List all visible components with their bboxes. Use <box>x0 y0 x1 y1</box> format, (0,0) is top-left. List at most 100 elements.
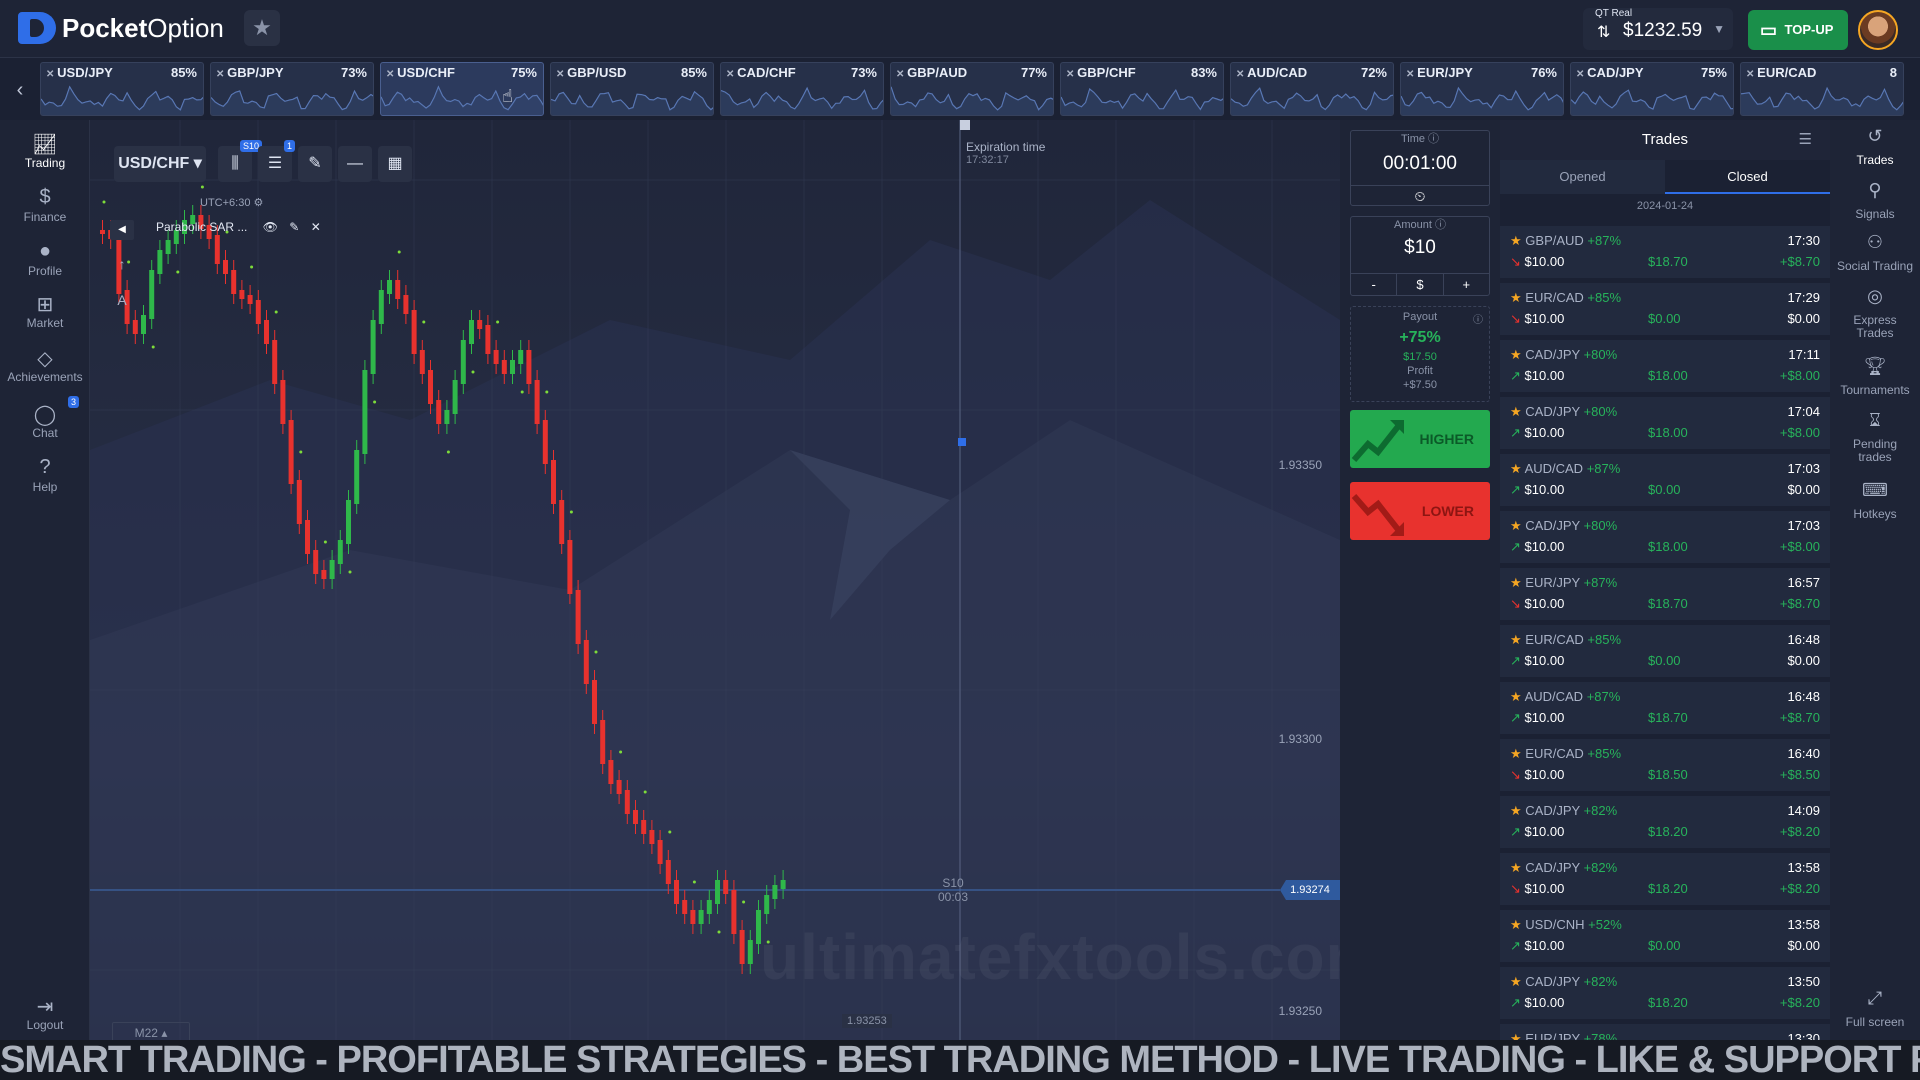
trade-row[interactable]: ★ CAD/JPY +80% ↗ $10.00 $18.00 17:11 +$8.00 <box>1500 340 1830 394</box>
timezone-label[interactable]: UTC+6:30 ⚙ <box>200 196 263 209</box>
arrow-up-icon: ↗ <box>1510 938 1521 953</box>
timezone-text: UTC+6:30 <box>200 197 251 209</box>
nav-profile[interactable]: ● Profile <box>0 240 90 278</box>
brand-logo[interactable]: PocketOption <box>18 12 224 44</box>
amount-minus-button[interactable]: - <box>1351 274 1396 295</box>
tab-opened[interactable]: Opened <box>1500 160 1665 194</box>
eye-icon[interactable]: 👁︎ <box>263 220 278 234</box>
indicator-row: Parabolic SAR ... 👁︎ ✎ ✕ <box>156 220 321 234</box>
candle-body <box>551 460 556 504</box>
text-tool-icon[interactable]: A <box>110 292 134 314</box>
pair-tab[interactable]: USD/CHF75% <box>380 62 544 116</box>
lower-button[interactable]: LOWER <box>1350 482 1490 540</box>
trade-row[interactable]: ★ CAD/JPY +80% ↗ $10.00 $18.00 17:04 +$8.00 <box>1500 397 1830 451</box>
nav-tournaments[interactable]: 🏆︎ Tournaments <box>1830 357 1920 397</box>
nav-pending-trades[interactable]: ⌛︎ Pending trades <box>1830 411 1920 464</box>
arrow-up-tool-icon[interactable]: ↑ <box>110 256 134 278</box>
nav-express-trades[interactable]: ◎ Express Trades <box>1830 287 1920 340</box>
trade-row[interactable]: ★ USD/CNH +52% ↗ $10.00 $0.00 13:58 $0.00 <box>1500 910 1830 964</box>
layout-grid-icon[interactable]: ▦ <box>378 146 412 182</box>
nav-help[interactable]: ? Help <box>0 456 90 494</box>
nav-hotkeys[interactable]: ⌨︎ Hotkeys <box>1830 481 1920 521</box>
account-selector[interactable]: QT Real ⇅ $1232.59 ▼ <box>1583 8 1733 50</box>
trades-title: Trades <box>1641 131 1689 148</box>
help-icon[interactable]: ⓘ <box>1473 311 1483 326</box>
trade-row[interactable]: ★ AUD/CAD +87% ↗ $10.00 $0.00 17:03 $0.00 <box>1500 454 1830 508</box>
nav-signals[interactable]: ⚲ Signals <box>1830 181 1920 221</box>
trade-row[interactable]: ★ CAD/JPY +80% ↗ $10.00 $18.00 17:03 +$8.00 <box>1500 511 1830 565</box>
timeframe-selector[interactable]: M22 ▴ <box>112 1022 190 1040</box>
sar-dot <box>471 370 475 374</box>
brand-name-light: Option <box>147 12 224 43</box>
trade-row[interactable]: ★ GBP/AUD +87% ↘ $10.00 $18.70 17:30 +$8.70 <box>1500 226 1830 280</box>
collapse-indicators-icon[interactable]: ◀ <box>110 220 134 240</box>
nav-finance[interactable]: $ Finance <box>0 186 90 224</box>
diamond-icon: ◇ <box>37 348 53 370</box>
nav-trading[interactable]: 📈︎ Trading <box>0 132 90 170</box>
price-tick: 1.93350 <box>1278 458 1322 472</box>
chart-area[interactable]: USD/CHF ▾ ⫼ S10 ☰ 1 ✎ — ▦ UTC+6:30 ⚙ ◀ P… <box>90 120 1340 1040</box>
candle-body <box>157 250 163 274</box>
higher-button[interactable]: HIGHER <box>1350 410 1490 468</box>
list-menu-icon[interactable]: ☰ <box>1799 120 1812 160</box>
trade-time: 17:30 <box>1787 233 1820 248</box>
nav-label: Achievements <box>7 370 83 384</box>
trade-row[interactable]: ★ EUR/CAD +85% ↘ $10.00 $18.50 16:40 +$8.50 <box>1500 739 1830 793</box>
pair-tab[interactable]: GBP/AUD77% <box>890 62 1054 116</box>
chat-badge: 3 <box>68 396 80 408</box>
amount-value[interactable]: $10 <box>1351 237 1489 259</box>
trade-percent: +87% <box>1586 461 1621 476</box>
pair-tab[interactable]: AUD/CAD72% <box>1230 62 1394 116</box>
trade-row[interactable]: ★ CAD/JPY +82% ↗ $10.00 $18.20 13:50 +$8.20 <box>1500 967 1830 1021</box>
close-icon[interactable]: ✕ <box>311 220 321 234</box>
edit-icon[interactable]: ✎ <box>289 220 299 234</box>
top-up-button[interactable]: TOP-UP <box>1748 10 1848 50</box>
pair-tab[interactable]: CAD/CHF73% <box>720 62 884 116</box>
pair-tab[interactable]: GBP/CHF83% <box>1060 62 1224 116</box>
trade-amount-value: $10.00 <box>1524 938 1565 953</box>
avatar[interactable] <box>1858 10 1898 50</box>
mouse-cursor-icon: ☝︎ <box>502 86 513 106</box>
pair-tab[interactable]: CAD/JPY75% <box>1570 62 1734 116</box>
trade-row[interactable]: ★ CAD/JPY +82% ↗ $10.00 $18.20 14:09 +$8.20 <box>1500 796 1830 850</box>
trade-profit: +$8.70 <box>1779 254 1820 269</box>
nav-social-trading[interactable]: ⚇ Social Trading <box>1830 233 1920 273</box>
nav-achievements[interactable]: ◇ Achievements <box>0 346 90 384</box>
current-price-tag: 1.93274 <box>1280 880 1340 900</box>
clock-icon[interactable]: ⏲ <box>1351 185 1489 206</box>
trade-row[interactable]: ★ EUR/CAD +85% ↗ $10.00 $0.00 16:48 $0.00 <box>1500 625 1830 679</box>
pair-tab[interactable]: EUR/CAD8 <box>1740 62 1904 116</box>
pair-tab[interactable]: GBP/JPY73% <box>210 62 374 116</box>
profit-label: Profit <box>1407 365 1433 377</box>
line-tool-icon[interactable]: — <box>338 146 372 182</box>
pair-tab[interactable]: EUR/JPY76% <box>1400 62 1564 116</box>
pair-tab[interactable]: USD/JPY85% <box>40 62 204 116</box>
candle-body <box>452 380 458 414</box>
nav-logout[interactable]: ⇥ Logout <box>0 994 90 1032</box>
time-value[interactable]: 00:01:00 <box>1351 153 1489 175</box>
nav-trades[interactable]: ↺ Trades <box>1830 127 1920 167</box>
trade-amount: ↘ $10.00 <box>1510 596 1564 612</box>
trade-row[interactable]: ★ CAD/JPY +82% ↘ $10.00 $18.20 13:58 +$8.20 <box>1500 853 1830 907</box>
amount-plus-button[interactable]: + <box>1444 274 1489 295</box>
payout-percent: +75% <box>1399 329 1441 346</box>
nav-full-screen[interactable]: ⤢ Full screen <box>1830 989 1920 1029</box>
trade-row[interactable]: ★ EUR/JPY +87% ↘ $10.00 $18.70 16:57 +$8.70 <box>1500 568 1830 622</box>
chevron-left-icon[interactable]: ‹ <box>10 70 30 110</box>
favorite-star-icon[interactable]: ★ <box>244 10 280 46</box>
trade-amount-value: $10.00 <box>1524 539 1565 554</box>
symbol-selector[interactable]: USD/CHF ▾ <box>114 146 206 182</box>
draw-brush-icon[interactable]: ✎ <box>298 146 332 182</box>
trade-row[interactable]: ★ AUD/CAD +87% ↗ $10.00 $18.70 16:48 +$8.70 <box>1500 682 1830 736</box>
tab-closed[interactable]: Closed <box>1665 160 1830 194</box>
trade-amount-value: $10.00 <box>1524 653 1565 668</box>
arrow-up-icon: ↗ <box>1510 539 1521 554</box>
currency-toggle[interactable]: $ <box>1396 274 1444 295</box>
candle-body <box>542 420 548 464</box>
pair-tab[interactable]: GBP/USD85% <box>550 62 714 116</box>
candle-body <box>706 900 712 914</box>
candle-body <box>223 260 228 274</box>
nav-market[interactable]: ⊞ Market <box>0 292 90 330</box>
trade-timer: S10 00:03 <box>938 876 968 904</box>
trade-row[interactable]: ★ EUR/CAD +85% ↘ $10.00 $0.00 17:29 $0.00 <box>1500 283 1830 337</box>
